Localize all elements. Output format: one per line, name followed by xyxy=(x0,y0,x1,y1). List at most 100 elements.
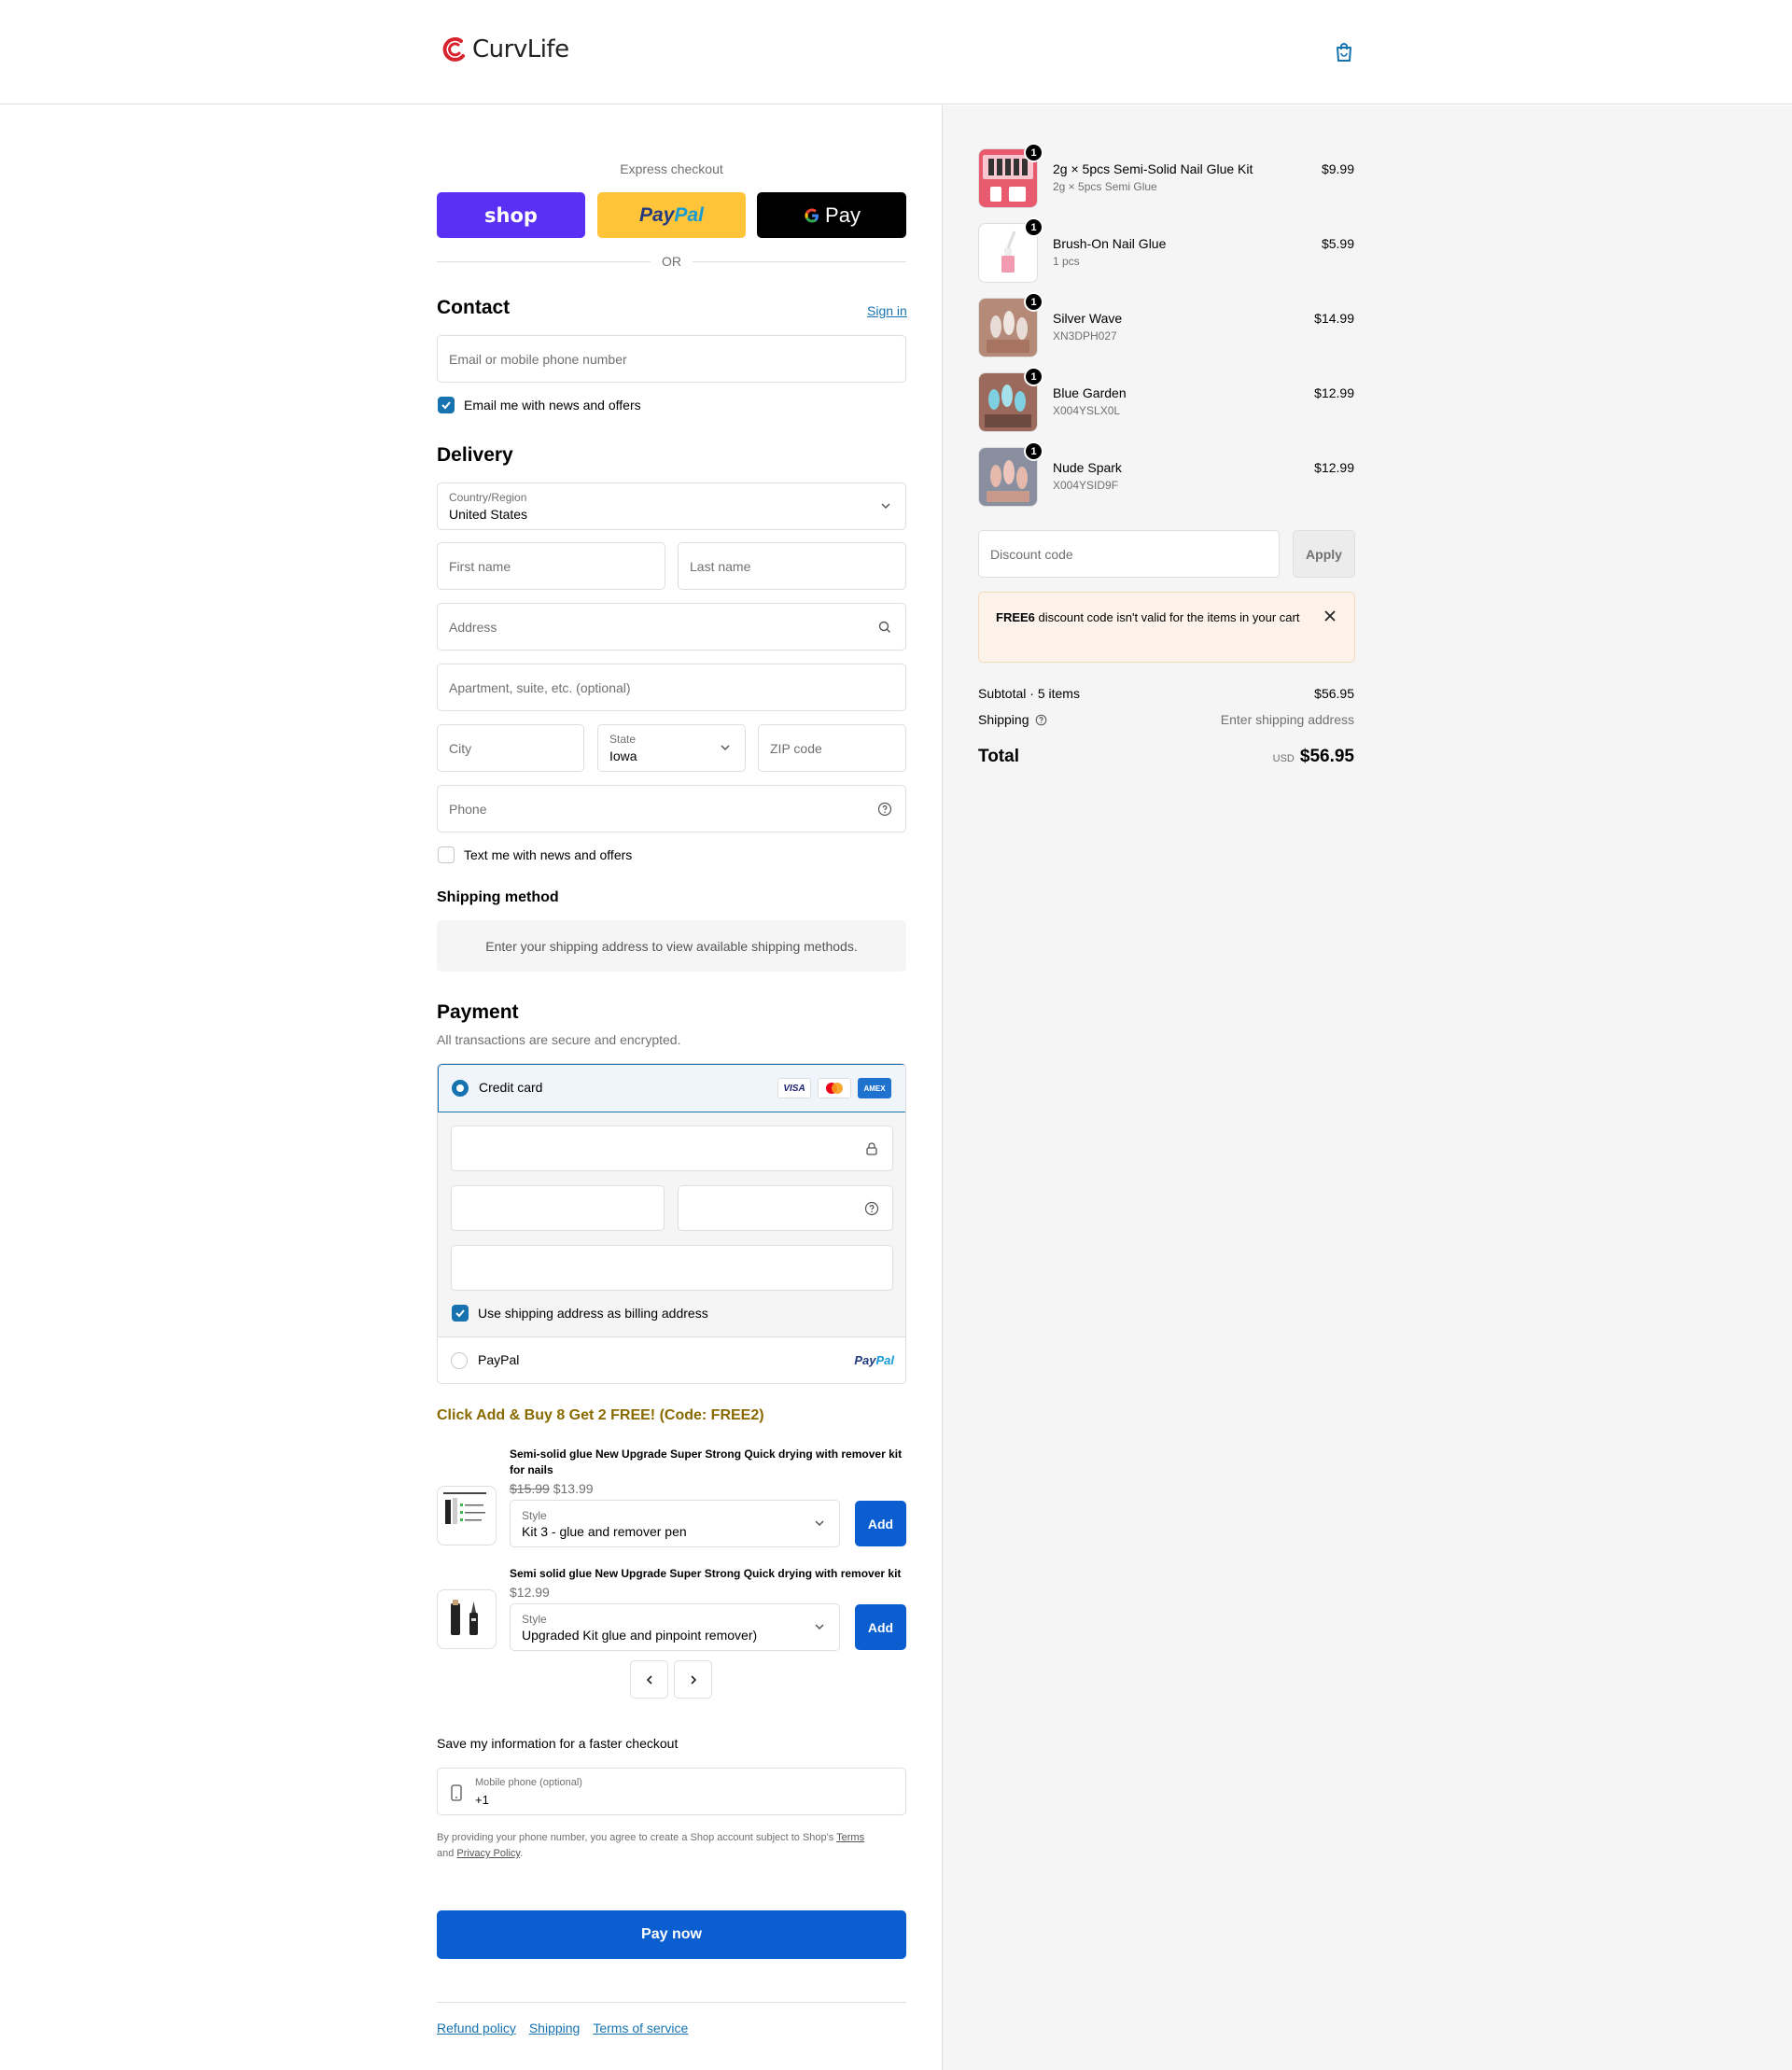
line-item-name: Silver Wave xyxy=(1053,311,1123,326)
or-divider: OR xyxy=(437,254,906,269)
shipping-method-notice: Enter your shipping address to view avai… xyxy=(437,920,906,972)
payment-heading: Payment xyxy=(437,1001,519,1023)
delivery-heading: Delivery xyxy=(437,444,513,466)
google-pay-button[interactable]: Pay xyxy=(757,192,906,238)
pay-now-button[interactable]: Pay now xyxy=(437,1910,906,1959)
chevron-down-icon xyxy=(815,1520,824,1527)
privacy-policy-link[interactable]: Privacy Policy xyxy=(456,1848,520,1859)
express-checkout-label: Express checkout xyxy=(620,161,723,176)
line-item-variant: 1 pcs xyxy=(1053,255,1080,268)
shop-terms-link[interactable]: Terms xyxy=(836,1832,864,1843)
paypal-express-button[interactable]: PayPal xyxy=(597,192,746,238)
upsell-promo-title: Click Add & Buy 8 Get 2 FREE! (Code: FRE… xyxy=(437,1407,764,1423)
total-value: $56.95 xyxy=(1299,747,1354,766)
phone-field[interactable]: Phone xyxy=(437,785,906,832)
last-name-field[interactable]: Last name xyxy=(678,542,906,590)
line-item-price: $5.99 xyxy=(1321,236,1354,251)
amex-icon: AMEX xyxy=(858,1078,891,1098)
subtotal-value: $56.95 xyxy=(1314,686,1354,701)
line-item-name: Nude Spark xyxy=(1053,460,1122,475)
or-text: OR xyxy=(662,254,681,269)
line-item-name: Blue Garden xyxy=(1053,385,1127,400)
email-field[interactable]: Email or mobile phone number xyxy=(437,335,906,383)
quantity-badge: 1 xyxy=(1024,143,1043,162)
text-offers-label: Text me with news and offers xyxy=(464,847,633,862)
paypal-option[interactable]: PayPal PayPal xyxy=(438,1336,905,1383)
email-offers-label: Email me with news and offers xyxy=(464,398,641,413)
quantity-badge: 1 xyxy=(1024,217,1043,237)
upsell-style-select[interactable]: Style Upgraded Kit glue and pinpoint rem… xyxy=(510,1603,840,1651)
payment-methods-panel: Credit card VISA AMEX Use shipping addre… xyxy=(437,1063,906,1384)
state-select[interactable]: State Iowa xyxy=(597,724,746,772)
country-select[interactable]: Country/Region United States xyxy=(437,483,906,530)
shipping-summary-value: Enter shipping address xyxy=(1220,712,1354,727)
line-item-price: $12.99 xyxy=(1314,385,1354,400)
save-info-legal: By providing your phone number, you agre… xyxy=(437,1832,865,1859)
text-offers-checkbox[interactable] xyxy=(438,846,455,863)
line-item-price: $9.99 xyxy=(1321,161,1354,176)
card-name-field[interactable] xyxy=(451,1245,893,1291)
card-cvv-field[interactable] xyxy=(678,1185,893,1231)
curvlife-logo-icon xyxy=(442,36,465,62)
first-name-field[interactable]: First name xyxy=(437,542,665,590)
payment-subtitle: All transactions are secure and encrypte… xyxy=(437,1032,681,1047)
discount-error-alert: FREE6 discount code isn't valid for the … xyxy=(978,592,1355,663)
shipping-method-heading: Shipping method xyxy=(437,889,559,905)
sign-in-link[interactable]: Sign in xyxy=(867,303,907,318)
city-field[interactable]: City xyxy=(437,724,584,772)
close-icon[interactable] xyxy=(1323,609,1337,622)
credit-card-label: Credit card xyxy=(479,1080,543,1095)
line-item-name: 2g × 5pcs Semi-Solid Nail Glue Kit xyxy=(1053,161,1253,176)
terms-of-service-link[interactable]: Terms of service xyxy=(593,2021,688,2035)
email-offers-checkbox[interactable] xyxy=(438,397,455,413)
apply-discount-button[interactable]: Apply xyxy=(1293,530,1355,578)
contact-heading: Contact xyxy=(437,297,511,318)
mastercard-icon xyxy=(818,1078,851,1098)
line-item-price: $12.99 xyxy=(1314,460,1354,475)
discount-error-message: FREE6 discount code isn't valid for the … xyxy=(996,610,1300,624)
footer-links: Refund policy Shipping Terms of service xyxy=(437,2021,688,2035)
help-circle-icon[interactable] xyxy=(877,802,892,817)
mobile-phone-field[interactable]: Mobile phone (optional) +1 xyxy=(437,1768,906,1815)
shipping-summary-label: Shipping xyxy=(978,712,1047,727)
address-field[interactable]: Address xyxy=(437,603,906,650)
check-icon xyxy=(441,401,451,410)
paypal-logo: PayPal xyxy=(854,1353,894,1367)
upsell-style-select[interactable]: Style Kit 3 - glue and remover pen xyxy=(510,1500,840,1547)
upsell-add-button[interactable]: Add xyxy=(855,1604,906,1650)
card-number-field[interactable] xyxy=(451,1126,893,1171)
upsell-product-price: $15.99 $13.99 xyxy=(510,1481,594,1496)
brand-logo[interactable]: CurvLife xyxy=(442,35,569,63)
credit-card-radio[interactable] xyxy=(452,1080,469,1097)
apartment-field[interactable]: Apartment, suite, etc. (optional) xyxy=(437,664,906,711)
zip-field[interactable]: ZIP code xyxy=(758,724,906,772)
total-amount: USD $56.95 xyxy=(1273,747,1354,767)
sale-price: $13.99 xyxy=(553,1481,594,1496)
card-expiry-field[interactable] xyxy=(451,1185,665,1231)
carousel-next-button[interactable] xyxy=(674,1660,712,1699)
save-info-title: Save my information for a faster checkou… xyxy=(437,1736,679,1751)
total-label: Total xyxy=(978,747,1019,766)
paypal-radio[interactable] xyxy=(451,1352,468,1369)
shipping-policy-link[interactable]: Shipping xyxy=(529,2021,581,2035)
discount-code-field[interactable]: Discount code xyxy=(978,530,1280,578)
upsell-add-button[interactable]: Add xyxy=(855,1501,906,1546)
help-circle-icon[interactable] xyxy=(864,1201,879,1216)
chevron-left-icon xyxy=(646,1674,652,1685)
billing-same-checkbox[interactable] xyxy=(452,1305,469,1322)
shop-pay-button[interactable]: shop xyxy=(437,192,585,238)
line-item-variant: XN3DPH027 xyxy=(1053,329,1117,343)
line-item-variant: X004YSLX0L xyxy=(1053,404,1121,417)
carousel-prev-button[interactable] xyxy=(630,1660,668,1699)
credit-card-option[interactable]: Credit card VISA AMEX xyxy=(438,1064,905,1112)
mobile-phone-icon xyxy=(451,1784,462,1801)
line-item-price: $14.99 xyxy=(1314,311,1354,326)
line-item-name: Brush-On Nail Glue xyxy=(1053,236,1167,251)
refund-policy-link[interactable]: Refund policy xyxy=(437,2021,516,2035)
help-circle-icon[interactable] xyxy=(1035,714,1047,726)
site-header: CurvLife xyxy=(0,0,1792,105)
google-pay-logo: Pay xyxy=(803,203,861,228)
visa-icon: VISA xyxy=(777,1078,811,1098)
brand-name: CurvLife xyxy=(472,35,569,63)
cart-bag-icon[interactable] xyxy=(1333,41,1355,68)
